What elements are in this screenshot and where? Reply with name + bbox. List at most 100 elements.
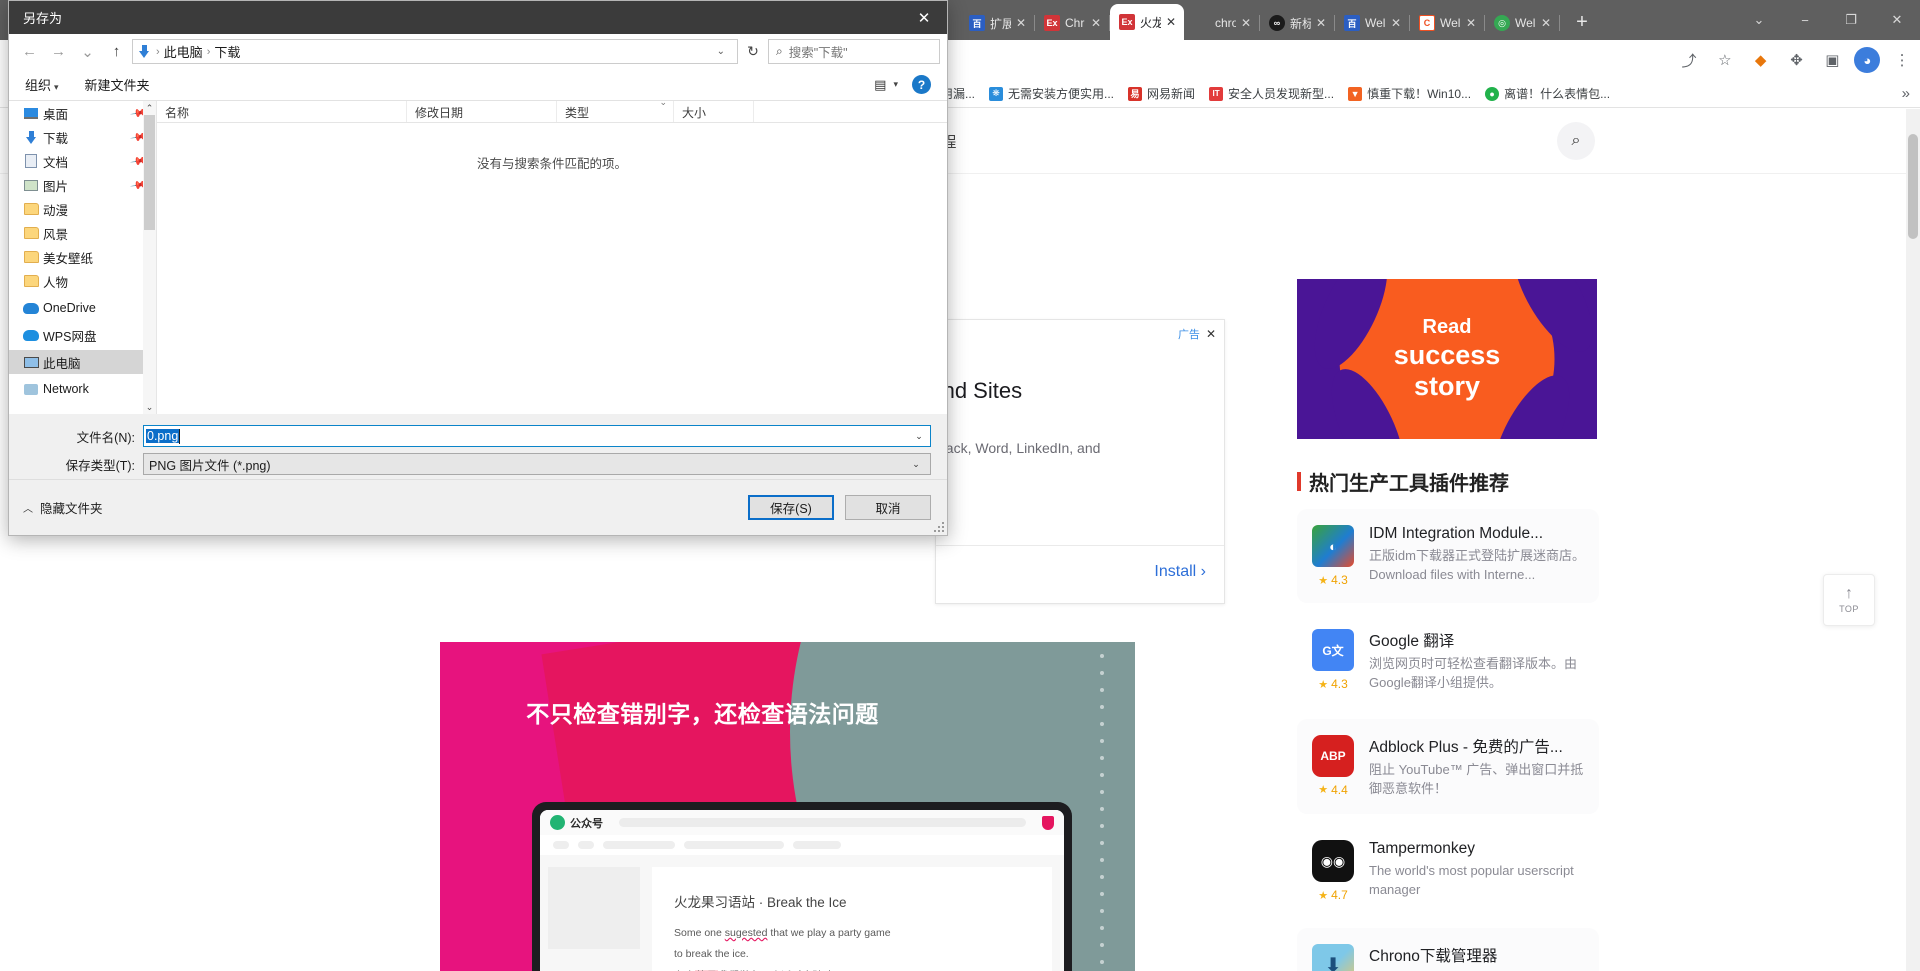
c-icon: C xyxy=(1419,15,1435,31)
new-tab-button[interactable]: + xyxy=(1568,8,1596,36)
sidebar-item-scenery[interactable]: 风景 xyxy=(9,221,156,245)
bookmark-item[interactable]: ▼ 慎重下载！Win10... xyxy=(1341,83,1478,105)
file-list[interactable]: 名称 修改日期 类型⌄ 大小 没有与搜索条件匹配的项。 xyxy=(157,101,947,414)
resize-grip[interactable] xyxy=(932,520,944,532)
browser-tab[interactable]: chro ✕ xyxy=(1185,6,1259,40)
hide-folders-toggle[interactable]: ︿ 隐藏文件夹 xyxy=(23,498,103,517)
sidebar-item-downloads[interactable]: 下载 📌 xyxy=(9,125,156,149)
sidebar-item-anime[interactable]: 动漫 xyxy=(9,197,156,221)
close-icon[interactable]: ✕ xyxy=(1016,17,1028,29)
close-icon[interactable]: ✕ xyxy=(1466,17,1478,29)
column-header-name[interactable]: 名称 xyxy=(157,101,407,122)
column-header-date[interactable]: 修改日期 xyxy=(407,101,557,122)
close-icon[interactable]: ✕ xyxy=(1541,17,1553,29)
extension-card[interactable]: G文 ★ 4.3 Google 翻译 浏览网页时可轻松查看翻译版本。由Googl… xyxy=(1297,613,1599,709)
save-button[interactable]: 保存(S) xyxy=(748,495,834,520)
sidebar-item-onedrive[interactable]: OneDrive xyxy=(9,296,156,320)
bookmark-item[interactable]: ❋ 无需安装方便实用... xyxy=(982,83,1121,105)
extension-puzzle-orange-icon[interactable]: ◆ xyxy=(1746,45,1776,75)
excel-icon: Ex xyxy=(1119,14,1135,30)
bookmarks-overflow-icon[interactable]: » xyxy=(1902,85,1920,102)
chevron-down-icon[interactable]: ⌄ xyxy=(910,431,928,442)
filetype-select[interactable]: PNG 图片文件 (*.png) ⌄ xyxy=(143,453,931,475)
bookmark-item[interactable]: 易 网易新闻 xyxy=(1121,83,1202,105)
minimize-button[interactable]: − xyxy=(1782,0,1828,40)
close-icon[interactable]: ✕ xyxy=(1241,17,1253,29)
sidebar-item-this-pc[interactable]: 此电脑 xyxy=(9,350,156,374)
close-window-button[interactable]: ✕ xyxy=(1874,0,1920,40)
extension-card[interactable]: ◉◉ ★ 4.7 Tampermonkey The world's most p… xyxy=(1297,824,1599,918)
bookmark-star-icon[interactable]: ☆ xyxy=(1710,45,1740,75)
new-folder-button[interactable]: 新建文件夹 xyxy=(85,75,150,94)
scroll-down-icon[interactable]: ⌄ xyxy=(143,400,156,414)
column-header-size[interactable]: 大小 xyxy=(674,101,754,122)
dialog-title-bar[interactable]: 另存为 ✕ xyxy=(9,1,947,34)
browser-tab[interactable]: 百 Wel ✕ xyxy=(1335,6,1409,40)
sidebar-item-wps-cloud[interactable]: WPS网盘 xyxy=(9,323,156,347)
maximize-button[interactable]: ❐ xyxy=(1828,0,1874,40)
profile-avatar[interactable]: ◕ xyxy=(1854,47,1880,73)
sidebar-item-pictures[interactable]: 图片 📌 xyxy=(9,173,156,197)
bookmark-item[interactable]: IT 安全人员发现新型... xyxy=(1202,83,1341,105)
close-icon[interactable]: ✕ xyxy=(1166,16,1178,28)
scrollbar-thumb[interactable] xyxy=(1908,134,1918,239)
organize-menu[interactable]: 组织▾ xyxy=(25,75,59,94)
sidebar-item-people[interactable]: 人物 xyxy=(9,269,156,293)
rating: ★ 4.3 xyxy=(1318,573,1348,587)
bookmark-item[interactable]: ● 离谱！什么表情包... xyxy=(1478,83,1617,105)
command-bar-right: ▤▾ ? xyxy=(874,75,931,94)
scrollbar-thumb[interactable] xyxy=(144,115,155,230)
sidebar-item-desktop[interactable]: 桌面 📌 xyxy=(9,101,156,125)
recent-locations-button[interactable]: ⌄ xyxy=(74,38,101,65)
extensions-icon[interactable]: ✥ xyxy=(1782,45,1812,75)
search-input[interactable]: ⌕ 搜索"下载" xyxy=(768,39,940,64)
filename-input[interactable]: 0.png ⌄ xyxy=(143,425,931,447)
logo-text: 公众号 xyxy=(570,815,603,831)
help-icon[interactable]: ? xyxy=(912,75,931,94)
ad-install-link[interactable]: Install › xyxy=(1154,563,1206,581)
close-icon[interactable]: ✕ xyxy=(1316,17,1328,29)
breadcrumb-downloads[interactable]: 下载 xyxy=(214,42,240,61)
refresh-button[interactable]: ↻ xyxy=(740,39,766,64)
back-to-top-button[interactable]: ↑ TOP xyxy=(1823,574,1875,626)
browser-tab[interactable]: C Wel ✕ xyxy=(1410,6,1484,40)
sidebar-scrollbar[interactable]: ⌃ ⌄ xyxy=(143,101,156,414)
sidepanel-icon[interactable]: ▣ xyxy=(1817,45,1847,75)
more-menu-icon[interactable]: ⋮ xyxy=(1887,45,1917,75)
share-icon[interactable]: ⤴ xyxy=(1674,45,1704,75)
close-icon[interactable]: ✕ xyxy=(901,1,947,34)
breadcrumb-bar[interactable]: › 此电脑 › 下载 ⌄ xyxy=(132,39,738,64)
extension-card[interactable]: ⬇ ★ 4.4 Chrono下载管理器 做Chrome浏览器中最好的下载管理器 xyxy=(1297,928,1599,971)
sidebar-item-wallpaper[interactable]: 美女壁纸 xyxy=(9,245,156,269)
sidebar-item-network[interactable]: Network xyxy=(9,377,156,401)
column-header-type[interactable]: 类型⌄ xyxy=(557,101,674,122)
extension-card[interactable]: ABP ★ 4.4 Adblock Plus - 免费的广告... 阻止 You… xyxy=(1297,719,1599,815)
search-icon[interactable]: ⌕ xyxy=(1557,122,1595,160)
close-icon[interactable]: ✕ xyxy=(1091,17,1103,29)
chevron-down-icon[interactable]: ⌄ xyxy=(907,459,925,470)
advertisement-card: 广告 ✕ ps and Sites cross Slack, Word, Lin… xyxy=(935,319,1225,604)
scroll-up-icon[interactable]: ⌃ xyxy=(143,101,156,115)
browser-tab[interactable]: ◎ Wel ✕ xyxy=(1485,6,1559,40)
promo-banner[interactable]: Read success story xyxy=(1297,279,1597,439)
browser-tab-active[interactable]: Ex 火龙 ✕ xyxy=(1110,4,1184,40)
breadcrumb-this-pc[interactable]: 此电脑 xyxy=(164,42,203,61)
page-scrollbar[interactable] xyxy=(1906,109,1920,971)
browser-tab[interactable]: ∞ 新标 ✕ xyxy=(1260,6,1334,40)
adblock-plus-icon: ABP xyxy=(1312,735,1354,777)
sidebar-item-documents[interactable]: 文档 📌 xyxy=(9,149,156,173)
forward-button[interactable]: → xyxy=(45,38,72,65)
extension-card[interactable]: ◐ ★ 4.3 IDM Integration Module... 正版idm下… xyxy=(1297,509,1599,603)
mock-toolbar-row xyxy=(540,835,1064,855)
back-button[interactable]: ← xyxy=(16,38,43,65)
chevron-down-icon[interactable]: ⌄ xyxy=(709,46,733,57)
view-options-button[interactable]: ▤▾ xyxy=(874,77,898,93)
close-icon[interactable]: ✕ xyxy=(1391,17,1403,29)
promo-line-read: Read xyxy=(1423,316,1472,339)
cancel-button[interactable]: 取消 xyxy=(845,495,931,520)
browser-tab[interactable]: Ex Chr ✕ xyxy=(1035,6,1109,40)
browser-tab[interactable]: 百 扩展 ✕ xyxy=(960,6,1034,40)
tab-search-icon[interactable]: ⌄ xyxy=(1736,0,1782,40)
up-button[interactable]: ↑ xyxy=(103,38,130,65)
close-icon[interactable]: ✕ xyxy=(1206,327,1216,341)
